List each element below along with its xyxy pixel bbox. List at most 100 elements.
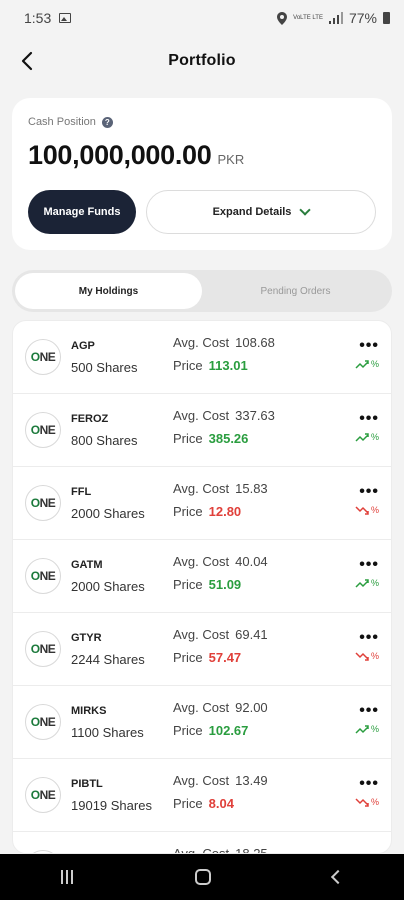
battery-icon	[383, 12, 390, 24]
status-right: VoLTE LTE 77%	[277, 10, 390, 26]
holding-row[interactable]: O NE FEROZ 800 Shares Avg. Cost 337.63 Pri…	[13, 394, 391, 467]
holding-row[interactable]: O NE GATM 2000 Shares Avg. Cost 40.04 Pric…	[13, 540, 391, 613]
price-value: 51.09	[208, 577, 242, 592]
symbol-column: FFL 2000 Shares	[71, 486, 171, 521]
symbol-column: AGP 500 Shares	[71, 340, 171, 375]
avg-cost-line: Avg. Cost 108.68	[173, 335, 275, 350]
trend-down-icon: %	[355, 505, 379, 515]
more-options-icon[interactable]: •••	[359, 703, 379, 719]
symbol-column: GATM 2000 Shares	[71, 559, 171, 594]
trend-down-icon: %	[355, 651, 379, 661]
price-value: 113.01	[208, 358, 248, 373]
trend-percent: %	[370, 651, 379, 661]
android-nav-bar	[0, 854, 404, 900]
row-actions: ••• %	[355, 630, 379, 661]
cash-value-row: 100,000,000.00 PKR	[28, 140, 376, 171]
row-actions: ••• %	[355, 703, 379, 734]
cash-value: 100,000,000.00	[28, 140, 212, 170]
stock-symbol: GATM	[71, 558, 103, 571]
row-actions: ••• %	[355, 776, 379, 807]
avg-cost-value: 92.00	[235, 700, 268, 715]
stock-symbol: MIRKS	[71, 704, 107, 717]
avg-cost-value: 13.49	[235, 773, 268, 788]
help-icon[interactable]: ?	[101, 116, 113, 128]
price-column: Avg. Cost 337.63 Price 385.26	[173, 408, 275, 446]
battery-percent: 77%	[348, 10, 377, 26]
price-value: 8.04	[208, 796, 234, 811]
home-icon[interactable]	[195, 869, 211, 885]
expand-details-button[interactable]: Expand Details	[146, 190, 376, 234]
share-count: 500 Shares	[71, 359, 138, 375]
manage-funds-button[interactable]: Manage Funds	[28, 190, 136, 234]
tab-my-holdings[interactable]: My Holdings	[15, 273, 202, 309]
row-actions: ••• %	[355, 338, 379, 369]
holding-row[interactable]: O NE GTYR 2244 Shares Avg. Cost 69.41 Pric…	[13, 613, 391, 686]
stock-symbol: GTYR	[71, 631, 102, 644]
more-options-icon[interactable]: •••	[359, 630, 379, 646]
company-logo: ONE	[25, 631, 61, 667]
price-label: Price	[173, 723, 203, 738]
avg-cost-line: Avg. Cost 18.25	[173, 846, 268, 853]
more-options-icon[interactable]: •••	[359, 484, 379, 500]
cash-buttons: Manage Funds Expand Details	[28, 190, 376, 234]
symbol-column: MIRKS 1100 Shares	[71, 705, 171, 740]
price-line: Price 51.09	[173, 577, 268, 592]
avg-cost-value: 40.04	[235, 554, 268, 569]
holding-row[interactable]: O NE MIRKS 1100 Shares Avg. Cost 92.00 Pri…	[13, 686, 391, 759]
avg-cost-label: Avg. Cost	[173, 554, 230, 569]
trend-percent: %	[370, 432, 379, 442]
more-options-icon[interactable]: •••	[359, 411, 379, 427]
price-line: Price 57.47	[173, 650, 268, 665]
price-label: Price	[173, 796, 203, 811]
page-title: Portfolio	[168, 52, 236, 69]
trend-percent: %	[370, 797, 379, 807]
trend-up-icon: %	[355, 724, 379, 734]
avg-cost-label: Avg. Cost	[173, 408, 230, 423]
avg-cost-line: Avg. Cost 69.41	[173, 627, 268, 642]
back-button[interactable]	[12, 46, 42, 76]
more-options-icon[interactable]: •••	[359, 557, 379, 573]
expand-details-label: Expand Details	[212, 206, 292, 218]
holding-row[interactable]: O NE PIBTL 19019 Shares Avg. Cost 13.49 Pr…	[13, 759, 391, 832]
symbol-column: PIBTL 19019 Shares	[71, 778, 171, 813]
nav-back-icon[interactable]	[330, 869, 346, 885]
more-options-icon[interactable]: •••	[359, 338, 379, 354]
avg-cost-value: 15.83	[235, 481, 268, 496]
avg-cost-label: Avg. Cost	[173, 627, 230, 642]
avg-cost-value: 69.41	[235, 627, 268, 642]
trend-up-icon: %	[355, 432, 379, 442]
price-line: Price 12.80	[173, 504, 268, 519]
holding-row[interactable]: O NE AGP 500 Shares Avg. Cost 108.68 Price…	[13, 321, 391, 394]
price-value: 57.47	[208, 650, 242, 665]
portfolio-tabs: My Holdings Pending Orders	[12, 270, 392, 312]
status-left: 1:53	[24, 10, 72, 26]
arrow-left-icon	[21, 51, 33, 71]
avg-cost-value: 108.68	[235, 335, 275, 350]
signal-icon	[328, 12, 343, 24]
row-actions: ••• %	[355, 411, 379, 442]
stock-symbol: PIBTL	[71, 777, 103, 790]
share-count: 1100 Shares	[71, 724, 144, 740]
avg-cost-label: Avg. Cost	[173, 335, 230, 350]
price-column: Avg. Cost 40.04 Price 51.09	[173, 554, 268, 592]
top-header: Portfolio	[0, 36, 404, 86]
tab-pending-orders[interactable]: Pending Orders	[202, 273, 389, 309]
company-logo: ONE	[25, 558, 61, 594]
price-column: Avg. Cost 69.41 Price 57.47	[173, 627, 268, 665]
gallery-notification-icon	[59, 13, 72, 23]
avg-cost-line: Avg. Cost 15.83	[173, 481, 268, 496]
price-line: Price 8.04	[173, 796, 268, 811]
recents-icon[interactable]	[61, 870, 73, 884]
trend-down-icon: %	[355, 797, 379, 807]
share-count: 19019 Shares	[71, 797, 152, 813]
avg-cost-line: Avg. Cost 40.04	[173, 554, 268, 569]
holding-row[interactable]: ONE PRL Avg. Cost18.25 •••	[13, 832, 391, 853]
holding-row[interactable]: O NE FFL 2000 Shares Avg. Cost 15.83 Price…	[13, 467, 391, 540]
price-line: Price 385.26	[173, 431, 275, 446]
price-column: Avg. Cost 108.68 Price 113.01	[173, 335, 275, 373]
stock-symbol: FFL	[71, 485, 92, 498]
cash-position-card: Cash Position ? 100,000,000.00 PKR Manag…	[12, 98, 392, 250]
avg-cost-line: Avg. Cost 92.00	[173, 700, 268, 715]
more-options-icon[interactable]: •••	[359, 776, 379, 792]
chevron-down-icon	[299, 204, 312, 216]
